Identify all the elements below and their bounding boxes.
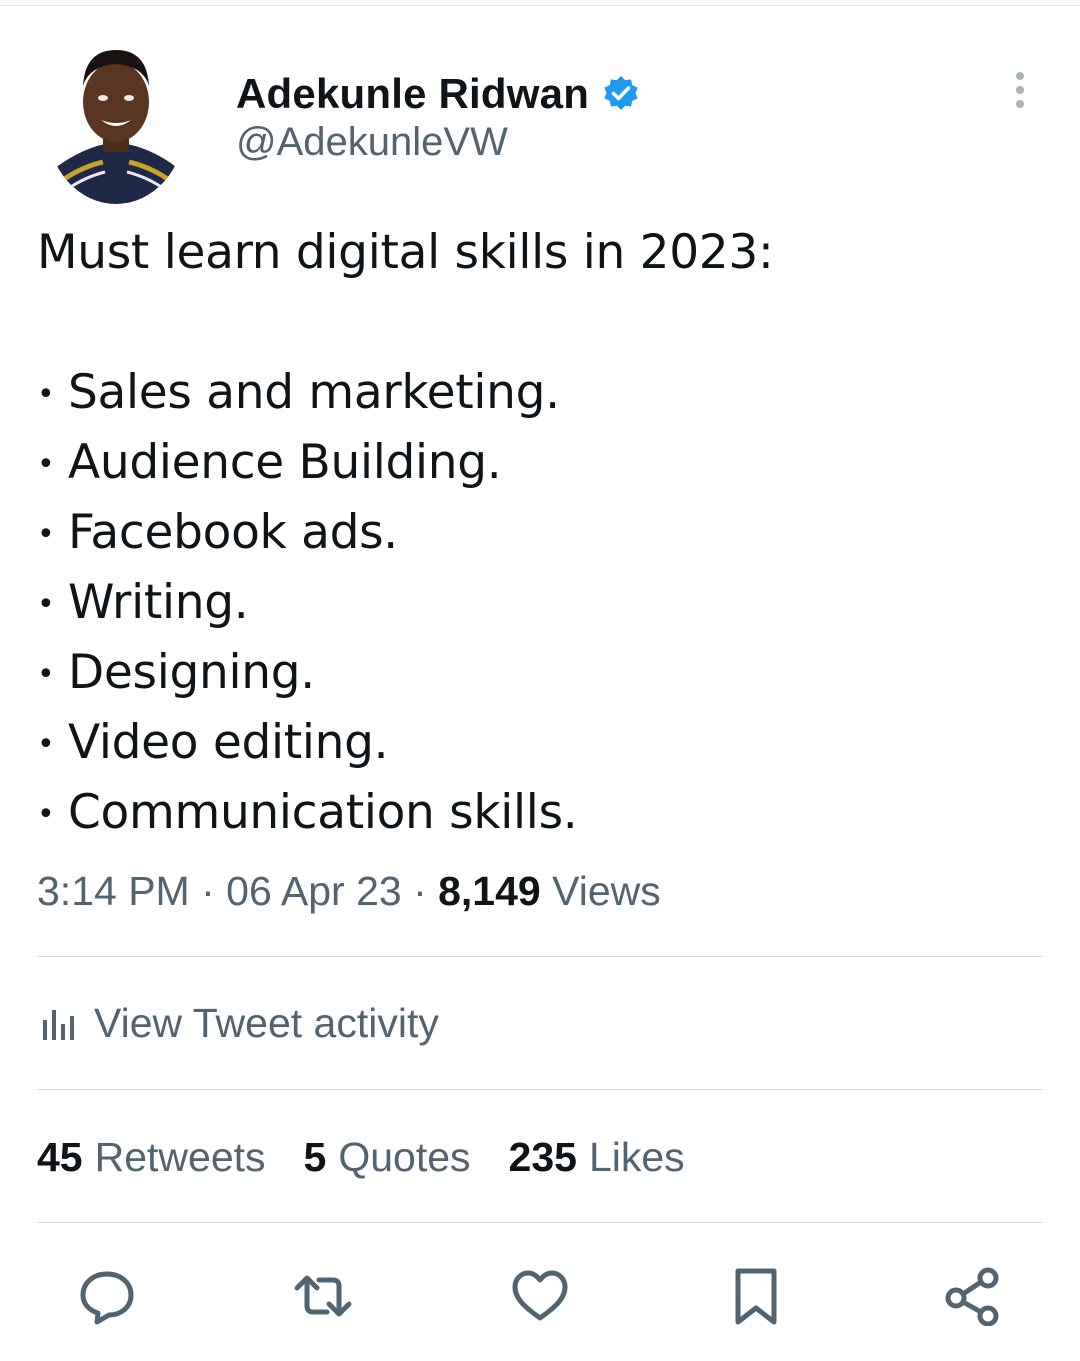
skill-item: • Sales and marketing. <box>37 358 1037 428</box>
bookmark-icon[interactable] <box>726 1266 786 1326</box>
skill-text: Designing. <box>68 645 315 700</box>
skill-text: Communication skills. <box>68 785 578 840</box>
bullet-point: • <box>37 377 55 412</box>
retweets-count: 45 <box>37 1134 83 1180</box>
tweet-time[interactable]: 3:14 PM <box>37 868 190 914</box>
like-icon[interactable] <box>510 1266 570 1326</box>
skill-item: • Writing. <box>37 568 1037 638</box>
skill-item: • Video editing. <box>37 708 1037 778</box>
likes-stat[interactable]: 235 Likes <box>509 1134 685 1181</box>
tweet-intro: Must learn digital skills in 2023: <box>37 225 774 280</box>
views-label: Views <box>552 868 661 914</box>
avatar[interactable] <box>47 46 185 204</box>
author-name-row[interactable]: Adekunle Ridwan <box>236 66 641 122</box>
engagement-stats: 45 Retweets 5 Quotes 235 Likes <box>37 1134 723 1181</box>
divider <box>37 1222 1043 1223</box>
skill-text: Video editing. <box>68 715 389 770</box>
view-tweet-activity-label[interactable]: View Tweet activity <box>94 1000 439 1047</box>
analytics-icon <box>43 1009 74 1040</box>
retweet-icon[interactable] <box>293 1266 353 1326</box>
skill-item: • Designing. <box>37 638 1037 708</box>
divider <box>37 1089 1043 1090</box>
views-count: 8,149 <box>438 868 541 914</box>
skill-item: • Facebook ads. <box>37 498 1037 568</box>
likes-label: Likes <box>588 1134 685 1180</box>
meta-separator: · <box>401 868 439 914</box>
top-divider <box>0 5 1080 6</box>
retweets-label: Retweets <box>94 1134 266 1180</box>
verified-badge-icon <box>604 76 638 110</box>
divider <box>37 956 1043 957</box>
skill-text: Audience Building. <box>68 435 502 490</box>
retweets-stat[interactable]: 45 Retweets <box>37 1134 266 1181</box>
quotes-count: 5 <box>303 1134 327 1180</box>
skill-item: • Audience Building. <box>37 428 1037 498</box>
share-icon[interactable] <box>942 1266 1002 1326</box>
meta-separator: · <box>189 868 227 914</box>
skills-list: • Sales and marketing. • Audience Building.… <box>37 358 1037 848</box>
reply-icon[interactable] <box>77 1266 137 1326</box>
skill-text: Sales and marketing. <box>68 365 560 420</box>
author-handle[interactable]: @AdekunleVW <box>236 120 508 165</box>
display-name[interactable]: Adekunle Ridwan <box>236 70 589 118</box>
skill-item: • Communication skills. <box>37 778 1037 848</box>
bullet-point: • <box>37 727 55 762</box>
tweet-meta: 3:14 PM · 06 Apr 23 · 8,149 Views <box>37 868 661 915</box>
bullet-point: • <box>37 587 55 622</box>
bullet-point: • <box>37 797 55 832</box>
tweet-date[interactable]: 06 Apr 23 <box>226 868 402 914</box>
tweet-text: Must learn digital skills in 2023: • Sale… <box>37 218 1037 848</box>
bullet-point: • <box>37 517 55 552</box>
view-tweet-activity-link[interactable]: View Tweet activity <box>40 1000 439 1047</box>
skill-text: Writing. <box>68 575 249 630</box>
quotes-label: Quotes <box>338 1134 471 1180</box>
likes-count: 235 <box>508 1134 577 1180</box>
bullet-point: • <box>37 447 55 482</box>
quotes-stat[interactable]: 5 Quotes <box>304 1134 471 1181</box>
skill-text: Facebook ads. <box>68 505 398 560</box>
bullet-point: • <box>37 657 55 692</box>
more-options-icon[interactable] <box>1004 70 1036 110</box>
